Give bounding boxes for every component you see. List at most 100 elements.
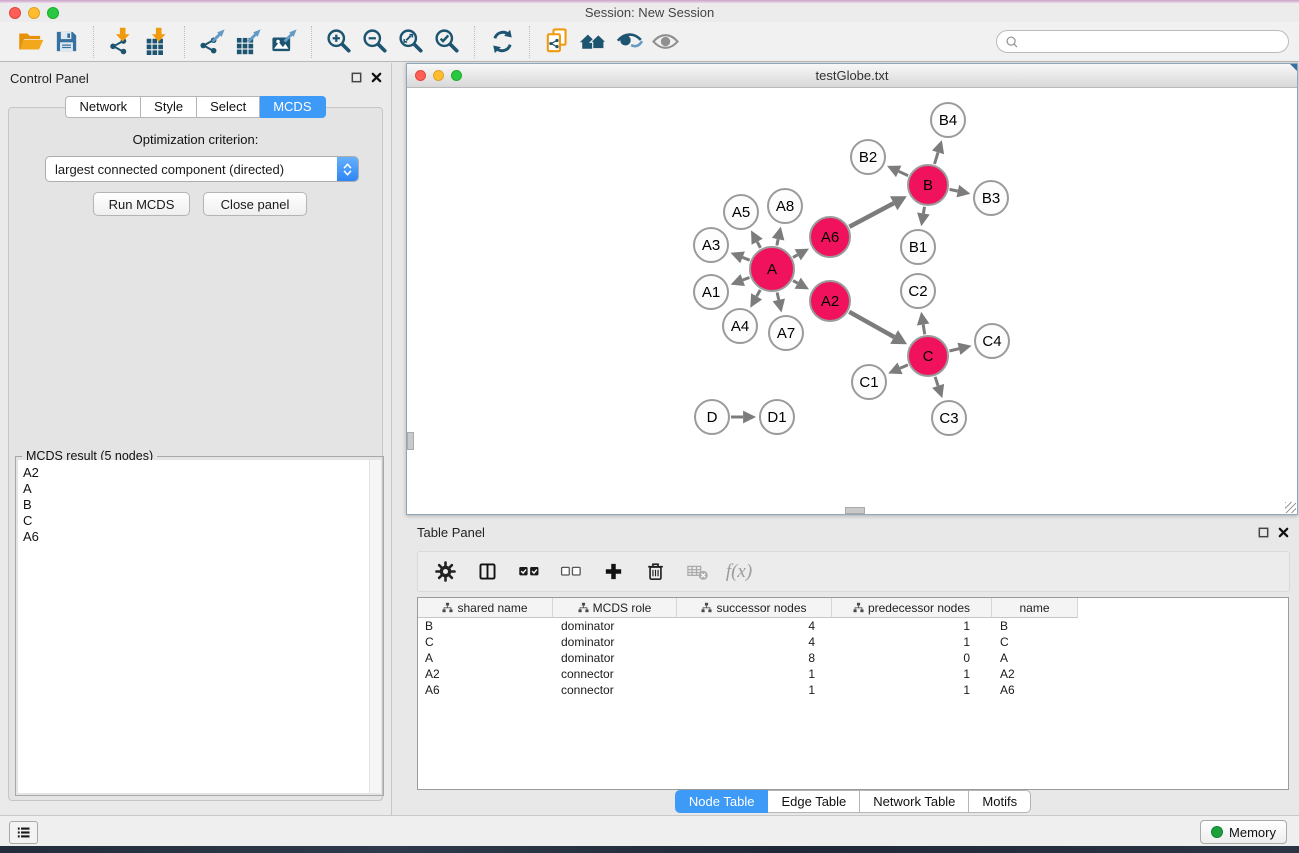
resize-handle[interactable] [1285, 502, 1296, 513]
graph-node-A[interactable]: A [749, 246, 795, 292]
table-cell[interactable]: C [992, 634, 1078, 650]
table-cell[interactable]: 1 [832, 634, 992, 650]
graph-node-B1[interactable]: B1 [900, 229, 936, 265]
table-cell[interactable]: A [992, 650, 1078, 666]
float-table-panel-icon[interactable] [1257, 526, 1270, 539]
zoom-fit-icon[interactable] [393, 26, 429, 58]
graph-node-B2[interactable]: B2 [850, 139, 886, 175]
import-network-icon[interactable] [103, 26, 139, 58]
show-all-networks-icon[interactable] [575, 26, 611, 58]
export-network-icon[interactable] [194, 26, 230, 58]
column-header-shared-name[interactable]: shared name [418, 598, 553, 618]
graph-node-A8[interactable]: A8 [767, 188, 803, 224]
tab-select[interactable]: Select [197, 96, 260, 118]
table-cell[interactable]: 1 [832, 666, 992, 682]
table-cell[interactable]: 0 [832, 650, 992, 666]
refresh-layout-icon[interactable] [484, 26, 520, 58]
optimization-criterion-dropdown[interactable]: largest connected component (directed) [45, 156, 359, 182]
graph-node-C4[interactable]: C4 [974, 323, 1010, 359]
close-panel-button[interactable]: Close panel [203, 192, 307, 216]
export-image-icon[interactable] [266, 26, 302, 58]
tab-edge-table[interactable]: Edge Table [768, 790, 860, 813]
graph-node-C1[interactable]: C1 [851, 364, 887, 400]
table-cell[interactable]: dominator [553, 650, 677, 666]
open-session-icon[interactable] [12, 26, 48, 58]
table-cell[interactable]: A6 [992, 682, 1078, 698]
mcds-result-list[interactable]: A2ABCA6 [18, 460, 381, 793]
column-header-successor-nodes[interactable]: successor nodes [677, 598, 832, 618]
table-cell[interactable]: 4 [677, 618, 832, 634]
table-cell[interactable]: 1 [677, 666, 832, 682]
table-cell[interactable]: A6 [418, 682, 553, 698]
table-cell[interactable]: B [418, 618, 553, 634]
show-panels-button[interactable] [9, 821, 38, 844]
mcds-result-item[interactable]: A2 [18, 465, 381, 481]
column-header-name[interactable]: name [992, 598, 1078, 618]
network-window-titlebar[interactable]: testGlobe.txt [407, 64, 1297, 88]
tab-network-table[interactable]: Network Table [860, 790, 969, 813]
graph-node-C3[interactable]: C3 [931, 400, 967, 436]
mcds-result-item[interactable]: A [18, 481, 381, 497]
search-field[interactable] [996, 30, 1289, 53]
unselect-all-columns-icon[interactable] [558, 559, 584, 585]
tab-style[interactable]: Style [141, 96, 197, 118]
table-cell[interactable]: C [418, 634, 553, 650]
create-column-icon[interactable] [600, 559, 626, 585]
table-cell[interactable]: A [418, 650, 553, 666]
graph-node-C[interactable]: C [907, 335, 949, 377]
graph-node-A5[interactable]: A5 [723, 194, 759, 230]
table-cell[interactable]: 1 [677, 682, 832, 698]
zoom-selected-icon[interactable] [429, 26, 465, 58]
graph-node-D[interactable]: D [694, 399, 730, 435]
table-row[interactable]: Adominator80A [418, 650, 1288, 666]
delete-columns-icon[interactable] [642, 559, 668, 585]
graph-node-A1[interactable]: A1 [693, 274, 729, 310]
tab-node-table[interactable]: Node Table [675, 790, 769, 813]
column-header-predecessor-nodes[interactable]: predecessor nodes [832, 598, 992, 618]
zoom-out-icon[interactable] [357, 26, 393, 58]
search-input[interactable] [1019, 33, 1288, 50]
import-table-icon[interactable] [139, 26, 175, 58]
graph-node-B3[interactable]: B3 [973, 180, 1009, 216]
graph-node-B[interactable]: B [907, 164, 949, 206]
graph-node-A3[interactable]: A3 [693, 227, 729, 263]
dropdown-stepper[interactable] [337, 157, 358, 181]
tab-network[interactable]: Network [65, 96, 141, 118]
table-cell[interactable]: A2 [418, 666, 553, 682]
graph-node-A6[interactable]: A6 [809, 216, 851, 258]
list-scrollbar[interactable] [369, 460, 381, 793]
graph-node-B4[interactable]: B4 [930, 102, 966, 138]
attribute-settings-icon[interactable] [432, 559, 458, 585]
vertical-scrollbar-thumb[interactable] [407, 432, 414, 450]
tab-motifs[interactable]: Motifs [969, 790, 1031, 813]
table-cell[interactable]: A2 [992, 666, 1078, 682]
graph-node-D1[interactable]: D1 [759, 399, 795, 435]
zoom-in-icon[interactable] [321, 26, 357, 58]
table-cell[interactable]: 8 [677, 650, 832, 666]
select-all-columns-icon[interactable] [516, 559, 542, 585]
clone-network-icon[interactable] [539, 26, 575, 58]
table-cell[interactable]: dominator [553, 634, 677, 650]
graph-node-A4[interactable]: A4 [722, 308, 758, 344]
column-header-MCDS-role[interactable]: MCDS role [553, 598, 677, 618]
table-row[interactable]: A6connector11A6 [418, 682, 1288, 698]
table-row[interactable]: A2connector11A2 [418, 666, 1288, 682]
split-panel-icon[interactable] [474, 559, 500, 585]
table-cell[interactable]: connector [553, 682, 677, 698]
graph-node-A7[interactable]: A7 [768, 315, 804, 351]
network-canvas[interactable]: AA6A2BCA1A3A4A5A7A8B1B2B3B4C1C2C3C4DD1 [407, 88, 1297, 514]
save-session-icon[interactable] [48, 26, 84, 58]
toggle-graphics-details-icon[interactable] [611, 26, 647, 58]
table-cell[interactable]: 1 [832, 618, 992, 634]
close-panel-icon[interactable] [370, 71, 383, 84]
run-mcds-button[interactable]: Run MCDS [93, 192, 190, 216]
tab-mcds[interactable]: MCDS [260, 96, 325, 118]
mcds-result-item[interactable]: B [18, 497, 381, 513]
graph-node-A2[interactable]: A2 [809, 280, 851, 322]
table-cell[interactable]: connector [553, 666, 677, 682]
table-row[interactable]: Cdominator41C [418, 634, 1288, 650]
mcds-result-item[interactable]: A6 [18, 529, 381, 545]
table-cell[interactable]: 4 [677, 634, 832, 650]
table-cell[interactable]: 1 [832, 682, 992, 698]
show-hide-panel-icon[interactable] [647, 26, 683, 58]
